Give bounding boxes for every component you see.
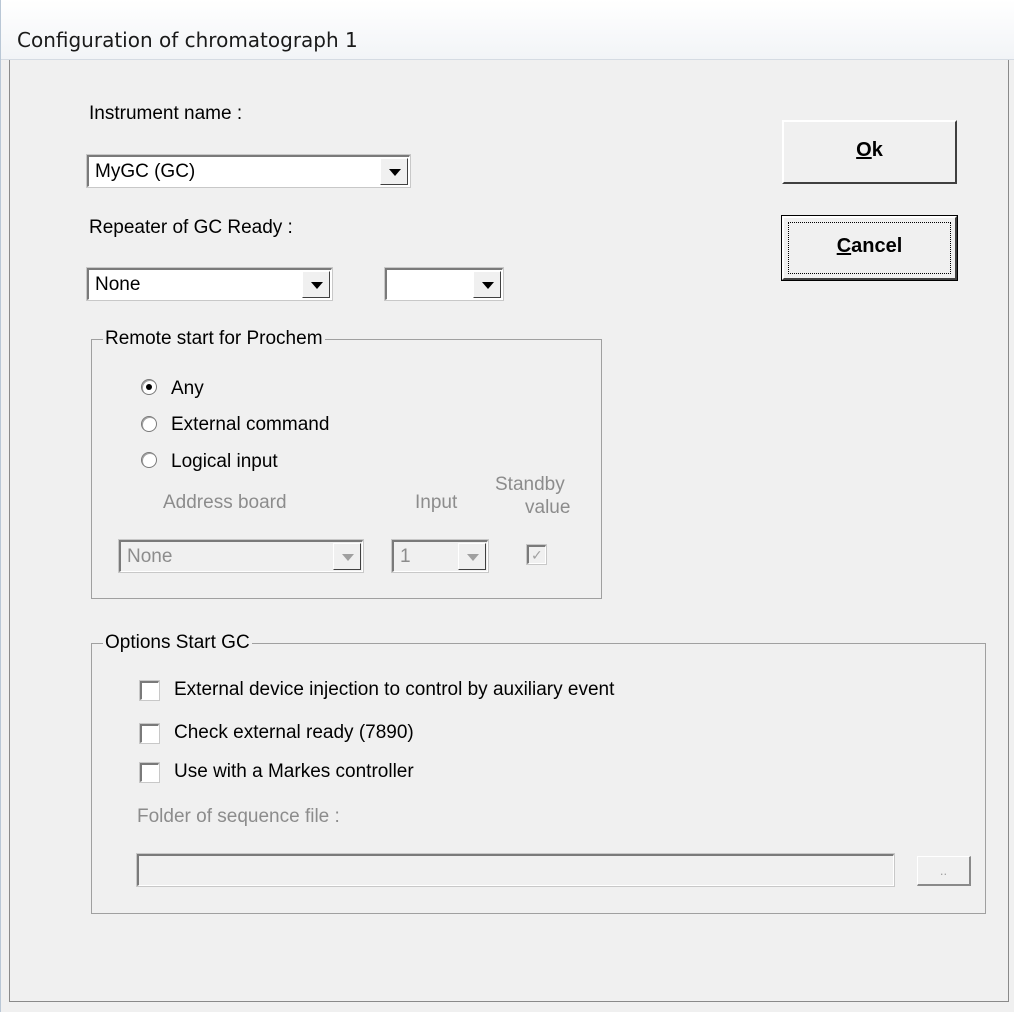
chevron-down-icon[interactable] xyxy=(380,158,408,185)
title-bar[interactable]: Configuration of chromatograph 1 xyxy=(1,0,1014,60)
check-external-ready-label[interactable]: Check external ready (7890) xyxy=(174,722,414,744)
cancel-button-label: Cancel xyxy=(836,235,903,257)
folder-label: Folder of sequence file : xyxy=(137,806,340,827)
input-value: 1 xyxy=(400,546,411,567)
repeater-value: None xyxy=(95,274,141,295)
markes-controller-label[interactable]: Use with a Markes controller xyxy=(174,761,414,783)
browse-button[interactable]: .. xyxy=(917,856,971,886)
radio-any-label[interactable]: Any xyxy=(171,378,204,400)
instrument-name-label: Instrument name : xyxy=(89,103,243,124)
repeater-label: Repeater of GC Ready : xyxy=(89,217,293,238)
chevron-down-icon[interactable] xyxy=(302,271,330,298)
ok-button-label: Ok xyxy=(856,139,883,161)
address-board-label: Address board xyxy=(163,492,287,513)
standby-value-checkbox[interactable]: ✓ xyxy=(526,544,547,565)
address-board-value: None xyxy=(127,546,173,567)
markes-controller-checkbox[interactable] xyxy=(139,762,160,783)
standby-label-line2: value xyxy=(525,497,571,518)
radio-any[interactable] xyxy=(141,379,157,395)
cancel-button[interactable]: Cancel xyxy=(781,215,958,281)
options-start-legend: Options Start GC xyxy=(103,632,252,654)
check-external-ready-checkbox[interactable] xyxy=(139,723,160,744)
chevron-down-icon[interactable] xyxy=(458,543,486,570)
browse-button-label: .. xyxy=(939,863,948,878)
repeater-second-select[interactable] xyxy=(384,267,504,301)
radio-logical-input[interactable] xyxy=(141,452,157,468)
folder-input[interactable] xyxy=(136,853,895,887)
address-board-select[interactable]: None xyxy=(118,539,364,573)
checkmark-icon: ✓ xyxy=(531,547,543,563)
window-title: Configuration of chromatograph 1 xyxy=(17,28,358,52)
chevron-down-icon[interactable] xyxy=(333,543,361,570)
ok-button[interactable]: Ok xyxy=(782,120,957,184)
repeater-select[interactable]: None xyxy=(86,267,333,301)
external-device-injection-checkbox[interactable] xyxy=(139,680,160,701)
chevron-down-icon[interactable] xyxy=(473,271,501,298)
standby-label-line1: Standby xyxy=(495,474,565,495)
instrument-name-select[interactable]: MyGC (GC) xyxy=(86,154,411,188)
dialog-window: Configuration of chromatograph 1 Instrum… xyxy=(0,0,1014,1012)
radio-external-command-label[interactable]: External command xyxy=(171,414,329,436)
external-device-injection-label[interactable]: External device injection to control by … xyxy=(174,679,614,701)
instrument-name-value: MyGC (GC) xyxy=(95,161,196,182)
radio-logical-input-label[interactable]: Logical input xyxy=(171,451,278,473)
input-select[interactable]: 1 xyxy=(391,539,489,573)
radio-external-command[interactable] xyxy=(141,416,157,432)
remote-start-legend: Remote start for Prochem xyxy=(103,328,325,350)
input-label: Input xyxy=(415,492,458,513)
